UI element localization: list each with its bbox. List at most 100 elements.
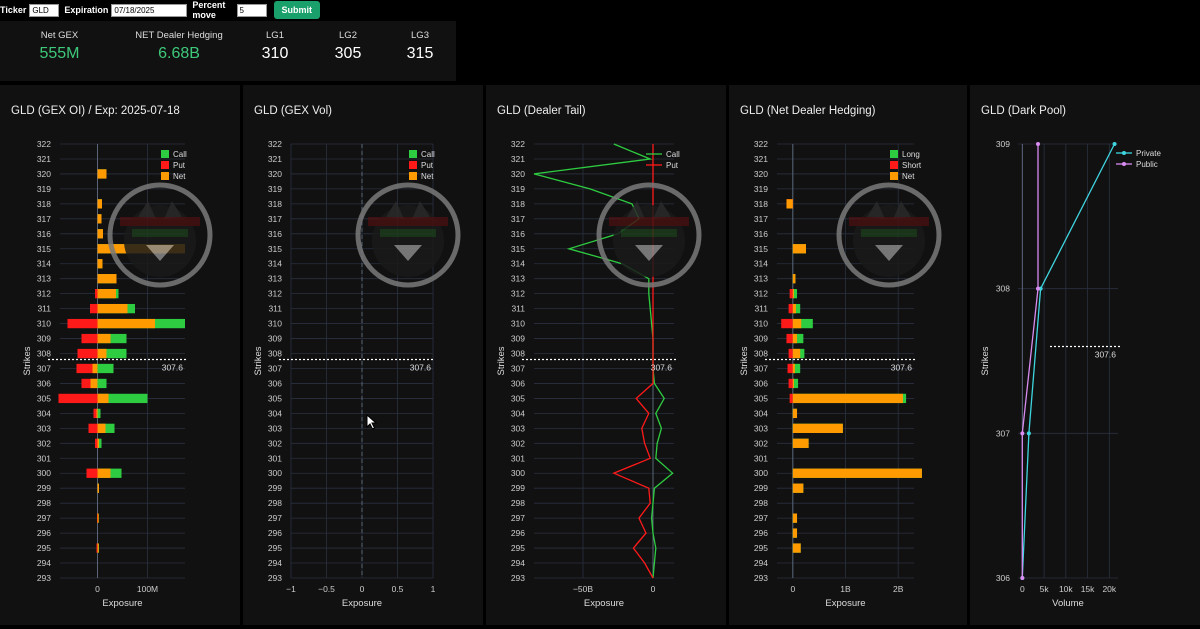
- spot-label: 307.6: [410, 363, 432, 373]
- y-tick-label: 306: [754, 378, 768, 388]
- y-tick-label: 308: [37, 349, 51, 359]
- y-tick-label: 314: [268, 259, 282, 269]
- x-tick-label: 0.5: [392, 584, 404, 594]
- y-tick-label: 311: [268, 304, 282, 314]
- point-public: [1036, 286, 1040, 291]
- y-tick-label: 298: [511, 498, 525, 508]
- y-tick-label: 297: [754, 513, 768, 523]
- y-tick-label: 308: [268, 349, 282, 359]
- y-tick-label: 296: [754, 528, 768, 538]
- bar-net: [792, 303, 796, 314]
- y-tick-label: 301: [37, 453, 51, 463]
- spot-label: 307.6: [651, 363, 673, 373]
- y-axis-label: Strikes: [739, 346, 750, 375]
- legend-swatch-point: [1122, 162, 1126, 166]
- chart-svg: 322 321 320 319 318 317 316 315 314 313 312 311 310 3…: [496, 139, 702, 609]
- y-tick-label: 312: [511, 289, 525, 299]
- y-tick-label: 309: [268, 334, 282, 344]
- stat-lg2: LG2 305: [328, 30, 368, 63]
- y-tick-label: 321: [37, 154, 51, 164]
- y-tick-label: 303: [511, 423, 525, 433]
- bar-net: [792, 393, 903, 404]
- percent-move-input[interactable]: [236, 3, 267, 17]
- watermark-banner-top: [849, 217, 929, 226]
- y-tick-label: 310: [511, 319, 525, 329]
- y-tick-label: 313: [511, 274, 525, 284]
- legend-label: Put: [421, 161, 434, 170]
- y-tick-label: 317: [511, 214, 525, 224]
- mouse-cursor-icon: [366, 414, 378, 430]
- y-tick-label: 301: [511, 453, 525, 463]
- y-tick-label: 320: [511, 169, 525, 179]
- y-tick-label: 322: [754, 139, 768, 149]
- y-tick-label: 300: [268, 468, 282, 478]
- y-tick-label: 298: [268, 498, 282, 508]
- y-tick-label: 304: [511, 408, 525, 418]
- y-tick-label: 310: [37, 319, 51, 329]
- x-tick-label: 0: [360, 584, 365, 594]
- y-tick-label: 313: [37, 274, 51, 284]
- bar-net: [792, 274, 796, 284]
- bar-short: [788, 348, 793, 359]
- point-public: [1020, 431, 1025, 436]
- y-tick-label: 309: [511, 334, 525, 344]
- bar-net: [792, 348, 801, 359]
- watermark-face: [124, 205, 196, 277]
- y-tick-label: 295: [754, 543, 768, 553]
- x-tick-label: 20k: [1102, 584, 1116, 594]
- bar-net: [792, 378, 795, 389]
- y-axis-label: Strikes: [980, 346, 991, 375]
- bar-net: [792, 528, 798, 538]
- stat-net-gex: Net GEX 555M: [22, 30, 97, 63]
- x-axis-label: Exposure: [342, 598, 382, 609]
- y-tick-label: 319: [268, 184, 282, 194]
- bar-net: [97, 468, 111, 478]
- y-tick-label: 301: [268, 453, 282, 463]
- y-tick-label: 307: [511, 363, 525, 373]
- y-tick-label: 302: [37, 438, 51, 448]
- y-tick-label: 313: [754, 274, 768, 284]
- ticker-input[interactable]: [29, 3, 60, 17]
- line-private: [1021, 143, 1116, 579]
- stat-label: Net GEX: [40, 30, 79, 41]
- chart-panel: GLD (Dark Pool) 306 307 308 309 0 5k 10k 15k 20k V…: [970, 85, 1200, 625]
- y-tick-label: 297: [37, 513, 51, 523]
- stat-label: NET Dealer Hedging: [135, 30, 223, 41]
- point-public: [1036, 142, 1040, 146]
- y-tick-label: 302: [511, 438, 525, 448]
- y-tick-label: 305: [37, 393, 51, 403]
- y-tick-label: 318: [754, 199, 768, 209]
- y-tick-label: 298: [37, 498, 51, 508]
- y-tick-label: 320: [268, 169, 282, 179]
- y-tick-label: 293: [268, 573, 282, 583]
- bar-net: [97, 169, 107, 179]
- bar-net: [97, 214, 102, 224]
- bar-net: [97, 274, 117, 284]
- y-tick-label: 306: [996, 573, 1010, 583]
- y-tick-label: 293: [511, 573, 525, 583]
- bar-net: [97, 289, 116, 299]
- y-tick-label: 306: [268, 378, 282, 388]
- bar-net: [96, 408, 98, 419]
- stat-label: LG1: [266, 30, 284, 41]
- legend-swatch: [409, 150, 417, 158]
- submit-button[interactable]: Submit: [273, 1, 320, 19]
- x-tick-label: 15k: [1081, 584, 1095, 594]
- y-tick-label: 306: [37, 378, 51, 388]
- watermark-banner-top: [368, 217, 448, 226]
- bar-short: [789, 289, 793, 299]
- percent-move-label: Percent move: [192, 0, 226, 20]
- y-axis-label: Strikes: [496, 346, 507, 375]
- y-tick-label: 311: [754, 304, 768, 314]
- stat-value: 555M: [39, 45, 80, 62]
- bar-net: [792, 483, 804, 493]
- y-tick-label: 294: [754, 558, 768, 568]
- y-tick-label: 300: [37, 468, 51, 478]
- watermark-face: [853, 205, 925, 277]
- x-tick-label: 2B: [893, 584, 904, 594]
- legend-label: Short: [902, 161, 922, 170]
- expiration-input[interactable]: [111, 3, 188, 17]
- y-tick-label: 294: [37, 558, 51, 568]
- y-tick-label: 318: [511, 199, 525, 209]
- y-tick-label: 296: [511, 528, 525, 538]
